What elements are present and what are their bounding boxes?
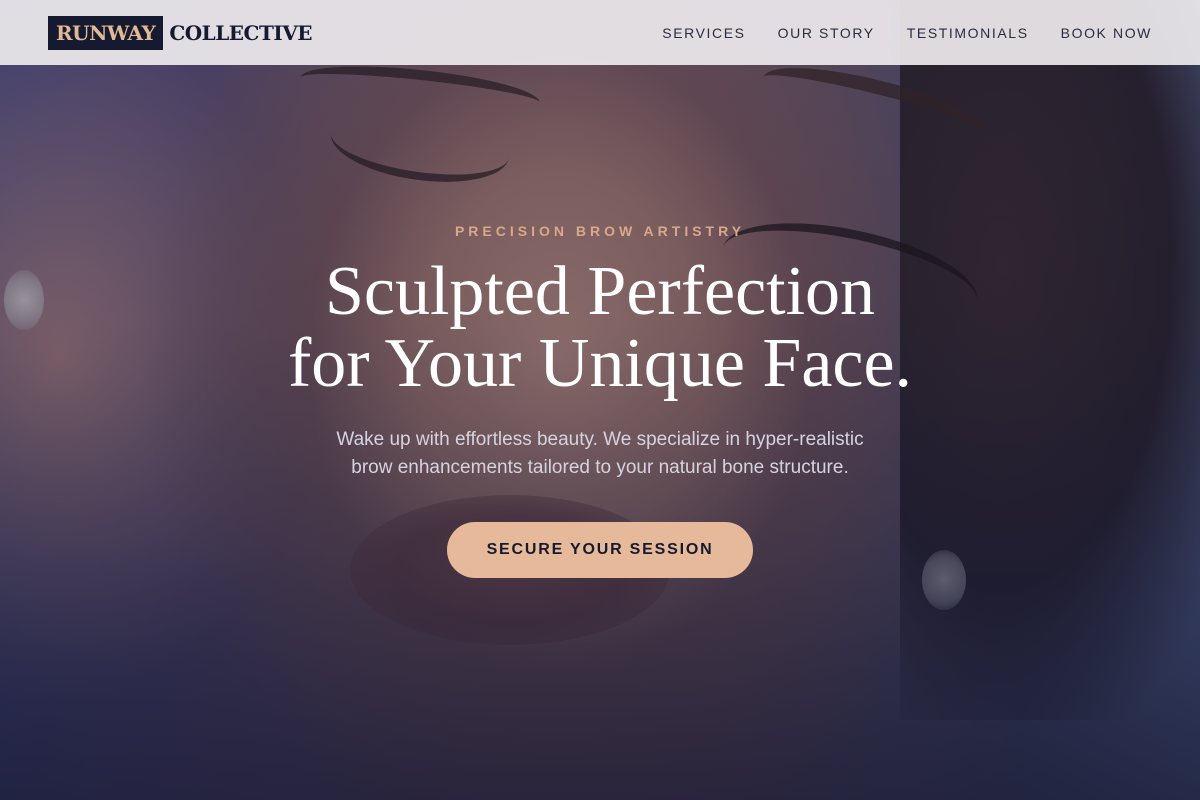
hero-eyebrow: PRECISION BROW ARTISTRY: [454, 223, 746, 239]
hero-headline: Sculpted Perfection for Your Unique Face…: [0, 256, 1200, 400]
headline-line-2: for Your Unique Face.: [287, 325, 913, 402]
subtext-line-2: brow enhancements tailored to your natur…: [351, 457, 849, 478]
headline-line-1: Sculpted Perfection: [324, 253, 876, 330]
hero-subtext: Wake up with effortless beauty. We speci…: [270, 426, 930, 482]
secure-session-button[interactable]: SECURE YOUR SESSION: [447, 522, 753, 578]
hero-content: PRECISION BROW ARTISTRY Sculpted Perfect…: [0, 0, 1200, 800]
subtext-line-1: Wake up with effortless beauty. We speci…: [336, 429, 864, 450]
